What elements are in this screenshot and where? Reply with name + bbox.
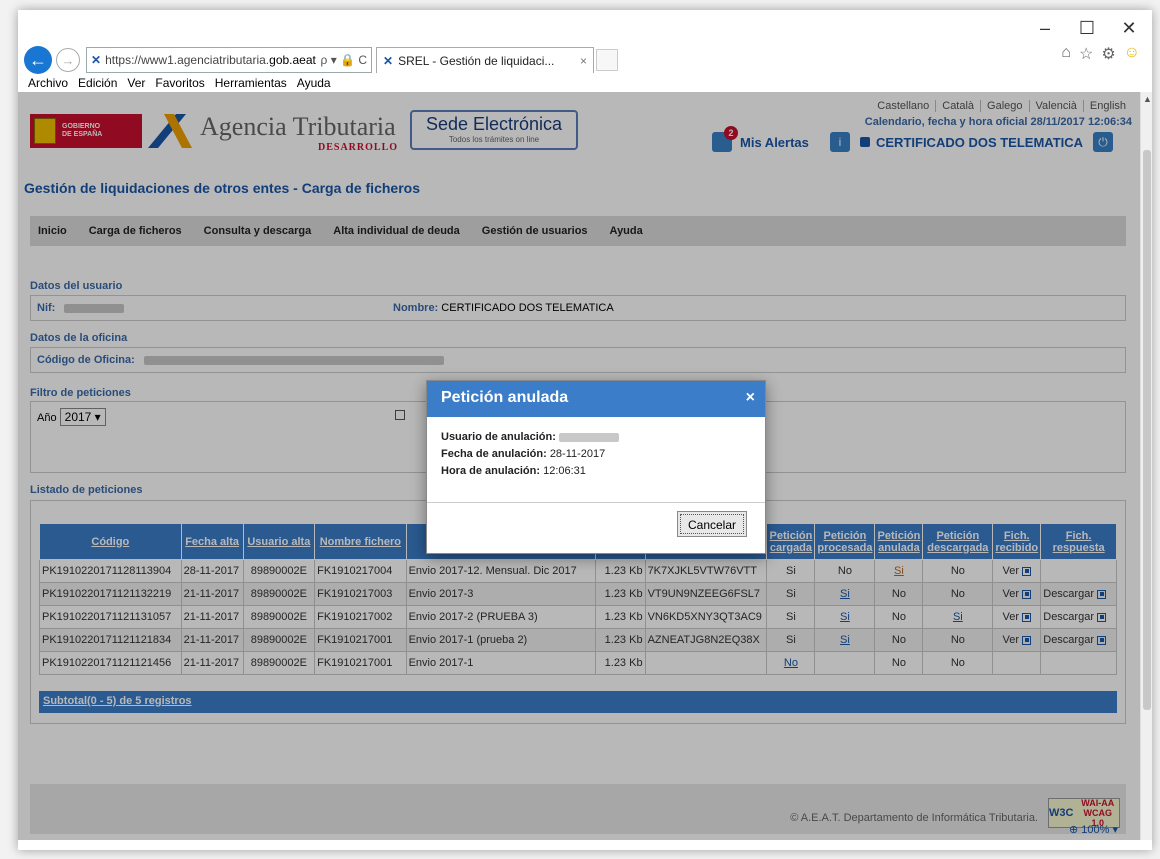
anulacion-date-label: Fecha de anulación:: [441, 448, 547, 460]
favorites-star-icon[interactable]: ☆: [1079, 44, 1093, 64]
menu-bar: Archivo Edición Ver Favoritos Herramient…: [28, 76, 331, 90]
tab-close-icon[interactable]: ×: [580, 54, 587, 68]
feedback-smiley-icon[interactable]: ☺: [1124, 44, 1140, 64]
back-arrow-icon[interactable]: ←: [24, 46, 52, 74]
tab-title: SREL - Gestión de liquidaci...: [398, 53, 555, 68]
scroll-up-icon[interactable]: ▲: [1143, 94, 1152, 104]
anulacion-time-value: 12:06:31: [543, 465, 586, 477]
window-controls: – ☐ ✕: [1036, 18, 1138, 39]
forward-arrow-icon[interactable]: →: [56, 48, 80, 72]
maximize-button[interactable]: ☐: [1078, 18, 1096, 39]
anulacion-time-label: Hora de anulación:: [441, 465, 541, 477]
tab-favicon-icon: ✕: [383, 53, 394, 68]
browser-tools: ⌂ ☆ ⚙ ☺: [1061, 44, 1140, 64]
modal-title: Petición anulada: [441, 389, 569, 406]
page-content: GOBIERNO DE ESPAÑA Agencia Tributaria DE…: [18, 92, 1140, 840]
new-tab-button[interactable]: [596, 49, 618, 71]
menu-ver[interactable]: Ver: [127, 76, 145, 90]
address-url: https://www1.agenciatributaria.gob.aeat: [105, 53, 316, 67]
site-favicon-icon: ✕: [91, 53, 102, 67]
menu-archivo[interactable]: Archivo: [28, 76, 68, 90]
menu-favoritos[interactable]: Favoritos: [155, 76, 204, 90]
anulacion-user-label: Usuario de anulación:: [441, 431, 556, 443]
minimize-button[interactable]: –: [1036, 18, 1054, 39]
tab-srel[interactable]: ✕ SREL - Gestión de liquidaci... ×: [376, 47, 594, 73]
menu-edicion[interactable]: Edición: [78, 76, 117, 90]
close-window-button[interactable]: ✕: [1120, 18, 1138, 39]
address-bar[interactable]: ✕ https://www1.agenciatributaria.gob.aea…: [86, 47, 372, 73]
browser-nav-row: ← → ✕ https://www1.agenciatributaria.gob…: [24, 46, 618, 74]
anulacion-date-value: 28-11-2017: [549, 448, 606, 460]
scrollbar-thumb[interactable]: [1143, 150, 1151, 710]
menu-herramientas[interactable]: Herramientas: [215, 76, 287, 90]
page-scrollbar[interactable]: ▲: [1140, 92, 1152, 840]
address-controls[interactable]: ρ ▾ 🔒 C: [317, 53, 367, 67]
modal-close-icon[interactable]: ×: [746, 389, 755, 407]
peticion-anulada-dialog: Petición anulada × Usuario de anulación:…: [426, 380, 766, 554]
anulacion-user-redacted: [558, 432, 619, 442]
menu-ayuda[interactable]: Ayuda: [297, 76, 331, 90]
settings-gear-icon[interactable]: ⚙: [1101, 44, 1115, 64]
cancel-button[interactable]: Cancelar: [677, 511, 747, 537]
browser-window: – ☐ ✕ ⌂ ☆ ⚙ ☺ ← → ✕ https://www1.agencia…: [18, 10, 1152, 850]
home-icon[interactable]: ⌂: [1061, 44, 1071, 64]
browser-chrome: – ☐ ✕ ⌂ ☆ ⚙ ☺ ← → ✕ https://www1.agencia…: [18, 10, 1152, 102]
